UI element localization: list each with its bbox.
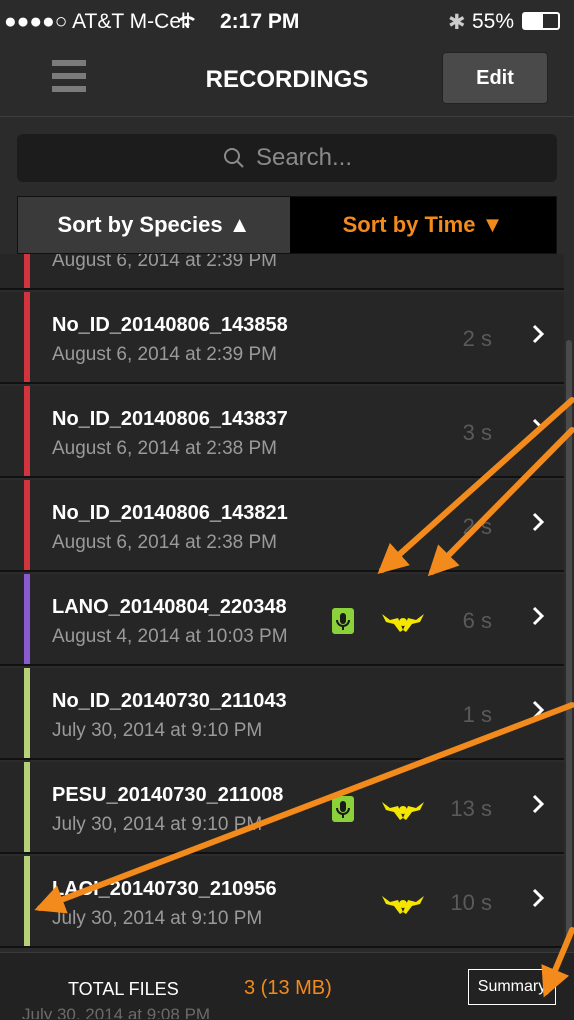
chevron-right-icon[interactable] xyxy=(526,698,550,722)
recordings-list: August 6, 2014 at 2:39 PM No_ID_20140806… xyxy=(0,254,574,952)
recording-duration: 10 s xyxy=(450,890,492,915)
summary-button[interactable]: Summary xyxy=(468,969,556,1005)
recording-date: August 4, 2014 at 10:03 PM xyxy=(52,626,288,647)
total-files-value: 3 (13 MB) xyxy=(244,977,332,999)
species-color-bar xyxy=(24,762,30,852)
species-color-bar xyxy=(24,574,30,664)
recording-duration: 2 s xyxy=(462,326,492,351)
clock: 2:17 PM xyxy=(220,10,300,33)
sort-by-time-button[interactable]: Sort by Time ▼ xyxy=(290,197,556,253)
status-bar: ●●●●○ AT&T M-Cell 2:17 PM ✱ 55% xyxy=(0,0,574,42)
wifi-icon xyxy=(179,15,195,28)
search-input[interactable]: Search... xyxy=(17,134,557,182)
species-color-bar xyxy=(24,386,30,476)
list-item[interactable]: August 6, 2014 at 2:39 PM xyxy=(0,254,564,290)
species-color-bar xyxy=(24,856,30,946)
recording-duration: 13 s xyxy=(450,796,492,821)
microphone-icon xyxy=(332,608,354,634)
list-item[interactable]: No_ID_20140730_211043 July 30, 2014 at 9… xyxy=(0,668,564,760)
recording-name: No_ID_20140730_211043 xyxy=(52,690,287,712)
microphone-icon xyxy=(332,796,354,822)
recording-date: July 30, 2014 at 9:10 PM xyxy=(52,720,263,741)
bat-icon xyxy=(382,896,424,914)
recording-date: July 30, 2014 at 9:10 PM xyxy=(52,814,263,835)
edit-button[interactable]: Edit xyxy=(442,52,548,104)
search-icon xyxy=(223,148,244,168)
recording-date: August 6, 2014 at 2:39 PM xyxy=(52,344,277,365)
chevron-right-icon[interactable] xyxy=(526,604,550,628)
chevron-right-icon[interactable] xyxy=(526,886,550,910)
species-color-bar xyxy=(24,254,30,288)
navigation-bar: RECORDINGS Edit xyxy=(0,42,574,116)
list-item[interactable]: LANO_20140804_220348 August 4, 2014 at 1… xyxy=(0,574,564,666)
bluetooth-icon: ✱ xyxy=(448,11,466,34)
bat-icon xyxy=(382,614,424,632)
search-area: Search... xyxy=(0,117,574,195)
chevron-right-icon[interactable] xyxy=(526,322,550,346)
carrier-label: ●●●●○ AT&T M-Cell xyxy=(4,10,191,33)
recording-name: LANO_20140804_220348 xyxy=(52,596,287,618)
recording-duration: 6 s xyxy=(462,608,492,633)
battery-icon xyxy=(522,12,560,30)
search-placeholder: Search... xyxy=(255,144,353,171)
list-item[interactable]: No_ID_20140806_143821 August 6, 2014 at … xyxy=(0,480,564,572)
species-color-bar xyxy=(24,480,30,570)
chevron-right-icon[interactable] xyxy=(526,416,550,440)
species-color-bar xyxy=(24,668,30,758)
list-item[interactable]: PESU_20140730_211008 July 30, 2014 at 9:… xyxy=(0,762,564,854)
recording-date: August 6, 2014 at 2:38 PM xyxy=(52,532,277,553)
sort-control: Sort by Species ▲ Sort by Time ▼ xyxy=(17,196,557,254)
recording-duration: 3 s xyxy=(462,420,492,445)
partial-row-date: July 30, 2014 at 9:08 PM xyxy=(22,1005,211,1019)
recording-date: August 6, 2014 at 2:39 PM xyxy=(52,254,277,271)
scrollbar[interactable] xyxy=(566,340,572,940)
bat-icon xyxy=(382,802,424,820)
total-files-label: TOTAL FILES xyxy=(68,979,179,999)
recording-name: No_ID_20140806_143821 xyxy=(52,502,288,524)
recording-name: No_ID_20140806_143858 xyxy=(52,314,288,336)
recording-name: PESU_20140730_211008 xyxy=(52,784,284,806)
chevron-right-icon[interactable] xyxy=(526,510,550,534)
recording-date: August 6, 2014 at 2:38 PM xyxy=(52,438,277,459)
species-color-bar xyxy=(24,292,30,382)
chevron-right-icon[interactable] xyxy=(526,792,550,816)
list-item[interactable]: No_ID_20140806_143858 August 6, 2014 at … xyxy=(0,292,564,384)
list-item[interactable]: No_ID_20140806_143837 August 6, 2014 at … xyxy=(0,386,564,478)
recording-name: No_ID_20140806_143837 xyxy=(52,408,288,430)
recording-duration: 2 s xyxy=(462,514,492,539)
battery-percent: 55% xyxy=(472,10,515,33)
recording-duration: 1 s xyxy=(462,702,492,727)
sort-by-species-button[interactable]: Sort by Species ▲ xyxy=(18,197,290,253)
footer-bar: July 30, 2014 at 9:08 PM TOTAL FILES 3 (… xyxy=(0,952,574,1020)
recording-name: LACI_20140730_210956 xyxy=(52,878,277,900)
list-item[interactable]: LACI_20140730_210956 July 30, 2014 at 9:… xyxy=(0,856,564,948)
recording-date: July 30, 2014 at 9:10 PM xyxy=(52,908,263,929)
